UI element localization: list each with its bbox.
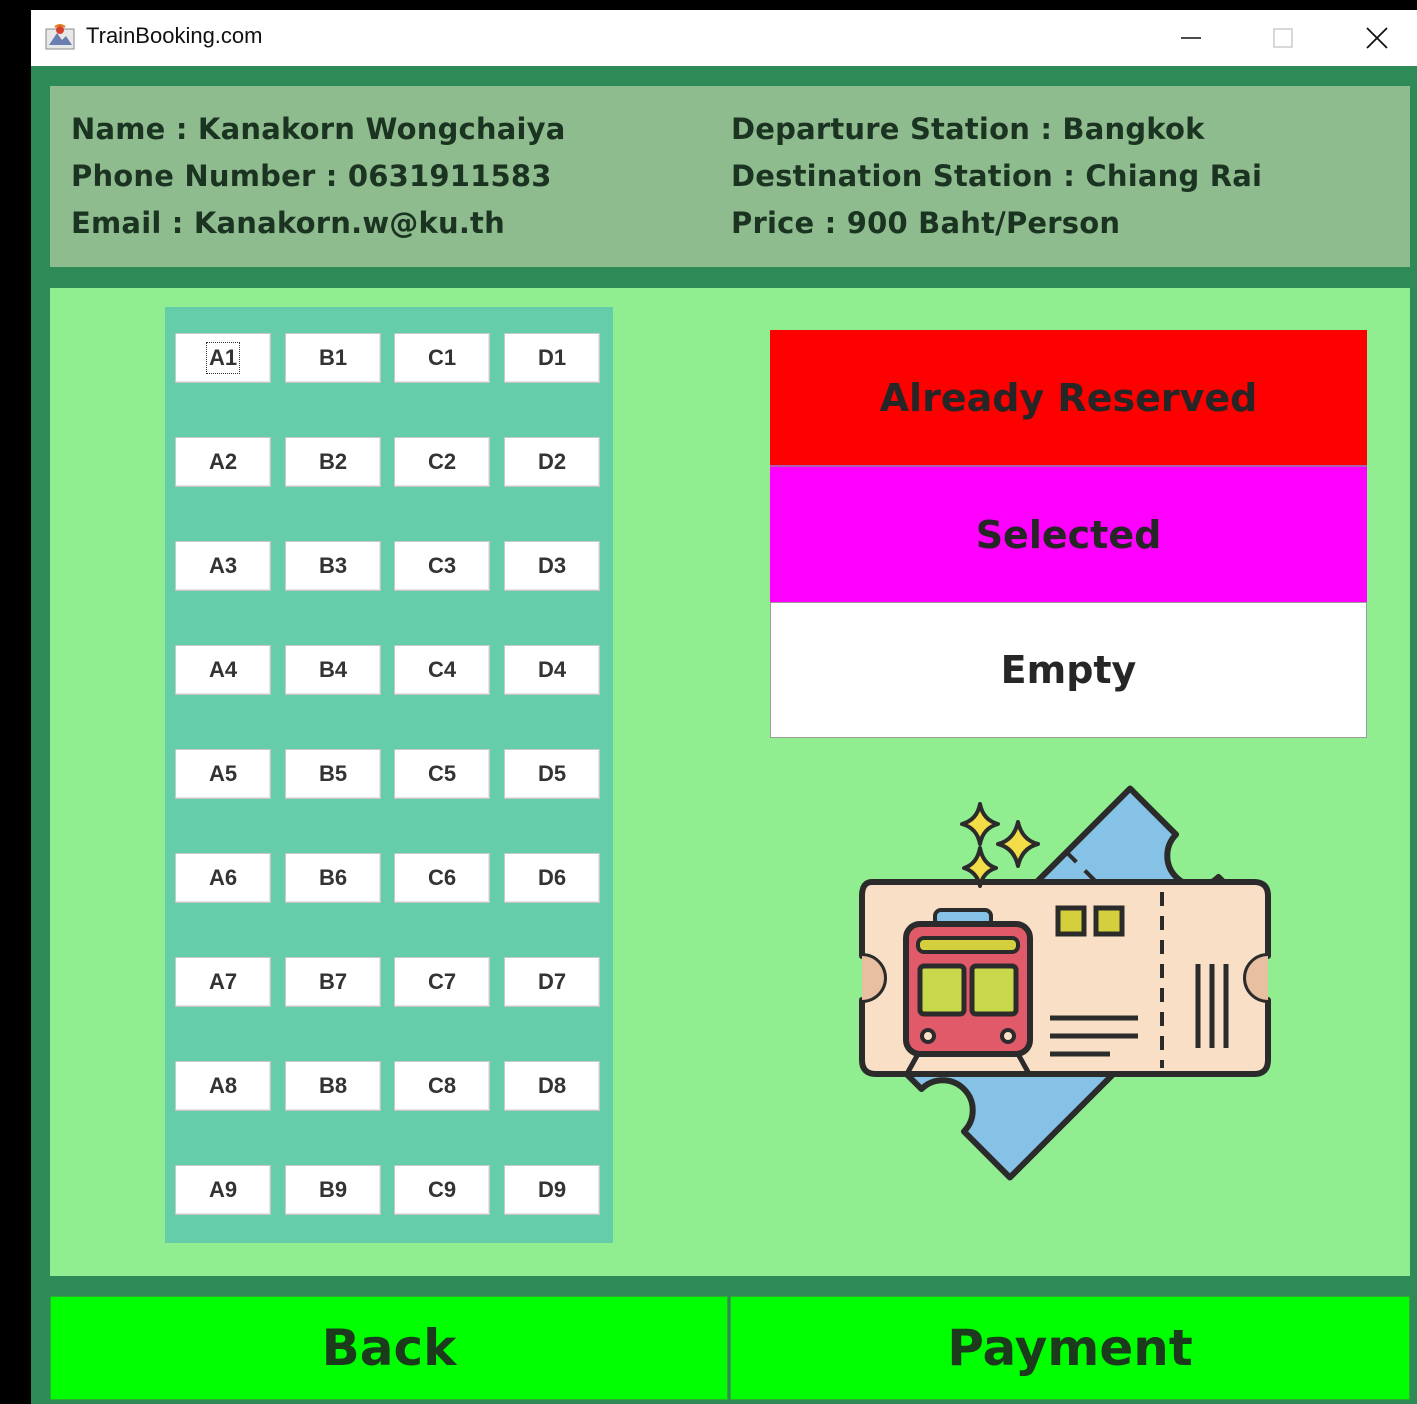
legend-selected: Selected xyxy=(770,465,1367,602)
seat-button-a9[interactable]: A9 xyxy=(175,1165,271,1215)
seat-label: A5 xyxy=(208,761,238,786)
title-bar: TrainBooking.com xyxy=(31,10,1417,66)
seat-label: D6 xyxy=(537,865,567,890)
seat-button-c4[interactable]: C4 xyxy=(394,645,490,695)
seat-button-a5[interactable]: A5 xyxy=(175,749,271,799)
seat-label: C7 xyxy=(427,969,457,994)
minimize-icon xyxy=(1181,37,1201,39)
seat-label: A6 xyxy=(208,865,238,890)
seat-button-c2[interactable]: C2 xyxy=(394,437,490,487)
seat-button-b1[interactable]: B1 xyxy=(285,333,381,383)
seat-button-d1[interactable]: D1 xyxy=(504,333,600,383)
seat-button-d8[interactable]: D8 xyxy=(504,1061,600,1111)
seat-label: D7 xyxy=(537,969,567,994)
seat-label: B4 xyxy=(318,657,348,682)
seat-label: A9 xyxy=(208,1177,238,1202)
seat-button-c5[interactable]: C5 xyxy=(394,749,490,799)
seat-button-a1[interactable]: A1 xyxy=(175,333,271,383)
seat-label: B1 xyxy=(318,345,348,370)
seat-button-b7[interactable]: B7 xyxy=(285,957,381,1007)
seat-button-c3[interactable]: C3 xyxy=(394,541,490,591)
seat-button-c1[interactable]: C1 xyxy=(394,333,490,383)
seat-label: C8 xyxy=(427,1073,457,1098)
ticket-price: Price : 900 Baht/Person xyxy=(731,206,1121,240)
seat-label: C5 xyxy=(427,761,457,786)
seat-label: C9 xyxy=(427,1177,457,1202)
java-app-icon xyxy=(45,24,75,50)
seat-label: A7 xyxy=(208,969,238,994)
seat-button-d2[interactable]: D2 xyxy=(504,437,600,487)
seat-label: B9 xyxy=(318,1177,348,1202)
seat-button-c8[interactable]: C8 xyxy=(394,1061,490,1111)
close-icon xyxy=(1366,27,1388,49)
seat-button-c7[interactable]: C7 xyxy=(394,957,490,1007)
seat-label: D1 xyxy=(537,345,567,370)
seat-button-b3[interactable]: B3 xyxy=(285,541,381,591)
destination-station: Destination Station : Chiang Rai xyxy=(731,159,1263,193)
departure-station: Departure Station : Bangkok xyxy=(731,112,1205,146)
seat-label: C3 xyxy=(427,553,457,578)
seat-button-b4[interactable]: B4 xyxy=(285,645,381,695)
booking-info-panel: Name : Kanakorn Wongchaiya Phone Number … xyxy=(50,86,1410,267)
seat-label: C6 xyxy=(427,865,457,890)
legend-already-reserved: Already Reserved xyxy=(770,330,1367,465)
seat-label: B5 xyxy=(318,761,348,786)
seat-label: C2 xyxy=(427,449,457,474)
close-button[interactable] xyxy=(1329,10,1417,66)
seat-button-d6[interactable]: D6 xyxy=(504,853,600,903)
seat-label: B6 xyxy=(318,865,348,890)
seat-button-d9[interactable]: D9 xyxy=(504,1165,600,1215)
seat-selection-panel: A1 B1 C1 D1 A2 B2 C2 D2 A3 B3 C3 D3 A4 B4 C4 D4 A5 B5 C5 D5… xyxy=(50,288,1410,1276)
seat-label: A2 xyxy=(208,449,238,474)
seat-button-c6[interactable]: C6 xyxy=(394,853,490,903)
seat-button-a6[interactable]: A6 xyxy=(175,853,271,903)
maximize-button[interactable] xyxy=(1235,10,1331,66)
seat-label: A1 xyxy=(205,342,241,374)
seat-button-d3[interactable]: D3 xyxy=(504,541,600,591)
passenger-name: Name : Kanakorn Wongchaiya xyxy=(71,112,566,146)
seat-button-a7[interactable]: A7 xyxy=(175,957,271,1007)
payment-button[interactable]: Payment xyxy=(730,1296,1410,1400)
maximize-icon xyxy=(1273,28,1293,48)
seat-label: A8 xyxy=(208,1073,238,1098)
seat-label: D5 xyxy=(537,761,567,786)
seat-label: D4 xyxy=(537,657,567,682)
minimize-button[interactable] xyxy=(1143,10,1239,66)
seat-label: D3 xyxy=(537,553,567,578)
seat-button-d7[interactable]: D7 xyxy=(504,957,600,1007)
seat-label: C4 xyxy=(427,657,457,682)
passenger-phone: Phone Number : 0631911583 xyxy=(71,159,552,193)
seat-button-a3[interactable]: A3 xyxy=(175,541,271,591)
seat-button-a2[interactable]: A2 xyxy=(175,437,271,487)
seat-label: D2 xyxy=(537,449,567,474)
seat-button-a4[interactable]: A4 xyxy=(175,645,271,695)
seat-button-b9[interactable]: B9 xyxy=(285,1165,381,1215)
seat-button-b8[interactable]: B8 xyxy=(285,1061,381,1111)
seat-button-d4[interactable]: D4 xyxy=(504,645,600,695)
seat-label: D9 xyxy=(537,1177,567,1202)
train-ticket-icon xyxy=(859,785,1271,1181)
seat-label: A3 xyxy=(208,553,238,578)
back-button[interactable]: Back xyxy=(50,1296,728,1400)
passenger-email: Email : Kanakorn.w@ku.th xyxy=(71,206,505,240)
legend-empty: Empty xyxy=(770,602,1367,738)
seat-label: B3 xyxy=(318,553,348,578)
seat-button-b2[interactable]: B2 xyxy=(285,437,381,487)
seat-label: B2 xyxy=(318,449,348,474)
seat-button-d5[interactable]: D5 xyxy=(504,749,600,799)
seat-button-a8[interactable]: A8 xyxy=(175,1061,271,1111)
seat-button-b6[interactable]: B6 xyxy=(285,853,381,903)
seat-button-c9[interactable]: C9 xyxy=(394,1165,490,1215)
seat-label: A4 xyxy=(208,657,238,682)
seat-label: B7 xyxy=(318,969,348,994)
seat-label: D8 xyxy=(537,1073,567,1098)
action-bar: Back Payment xyxy=(50,1296,1410,1400)
window-title: TrainBooking.com xyxy=(86,23,263,48)
seat-label: C1 xyxy=(427,345,457,370)
seat-label: B8 xyxy=(318,1073,348,1098)
seat-button-b5[interactable]: B5 xyxy=(285,749,381,799)
app-window: TrainBooking.com Name : Kanakorn Wongcha… xyxy=(31,10,1417,1404)
seat-grid: A1 B1 C1 D1 A2 B2 C2 D2 A3 B3 C3 D3 A4 B4 C4 D4 A5 B5 C5 D5… xyxy=(165,307,613,1243)
